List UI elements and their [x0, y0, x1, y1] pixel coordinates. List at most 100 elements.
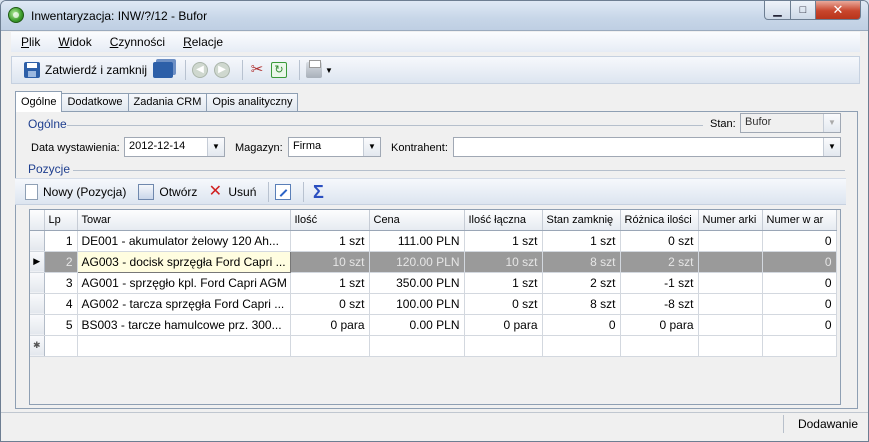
open-button[interactable]: Otwórz: [138, 183, 197, 200]
cell-ilosc[interactable]: 0 para: [290, 314, 370, 336]
section-divider: [73, 170, 845, 171]
column-header[interactable]: Różnica ilości: [620, 210, 699, 231]
cell-cena: 350.00 PLN: [369, 272, 465, 294]
column-header[interactable]: Numer arki: [698, 210, 763, 231]
section-title-positions: Pozycje: [28, 162, 71, 176]
row-selector[interactable]: [30, 314, 45, 336]
edit-button[interactable]: [275, 183, 292, 200]
chevron-down-icon[interactable]: ▼: [325, 66, 333, 75]
back-button[interactable]: ◀: [192, 62, 209, 78]
new-row-cell[interactable]: [464, 335, 543, 357]
new-row-cell[interactable]: [369, 335, 465, 357]
cell-lp: 5: [44, 314, 78, 336]
cell-towar[interactable]: AG002 - tarcza sprzęgła Ford Capri ...: [77, 293, 291, 315]
cell-towar[interactable]: BS003 - tarcze hamulcowe prz. 300...: [77, 314, 291, 336]
app-icon: [8, 7, 24, 23]
new-row-cell[interactable]: [44, 335, 78, 357]
column-header[interactable]: Cena: [369, 210, 465, 231]
cell-towar[interactable]: DE001 - akumulator żelowy 120 Ah...: [77, 230, 291, 252]
refresh-button[interactable]: ↻: [271, 62, 288, 78]
tools-button[interactable]: ✂: [249, 62, 265, 78]
table-row[interactable]: 1 DE001 - akumulator żelowy 120 Ah... 1 …: [30, 230, 837, 252]
toolbar-separator: [185, 60, 187, 80]
column-header-selector: [30, 210, 45, 231]
cell-ilosc[interactable]: 10 szt: [290, 251, 370, 273]
new-position-label: Nowy (Pozycja): [43, 184, 127, 199]
new-row-icon[interactable]: ✱: [30, 335, 45, 357]
tab-dodatkowe[interactable]: Dodatkowe: [61, 93, 129, 112]
forward-button[interactable]: ▶: [214, 62, 231, 78]
column-header[interactable]: Ilość łączna: [464, 210, 543, 231]
new-row-cell[interactable]: [77, 335, 291, 357]
cell-numer-w-ar: 0: [762, 251, 837, 273]
cell-numer-w-ar: 0: [762, 230, 837, 252]
new-row-cell[interactable]: [698, 335, 763, 357]
new-row-cell[interactable]: [542, 335, 621, 357]
cell-ilosc[interactable]: 1 szt: [290, 230, 370, 252]
save-close-button[interactable]: Zatwierdź i zamknij: [24, 62, 147, 78]
cell-ilosc[interactable]: 1 szt: [290, 272, 370, 294]
title-bar[interactable]: Inwentaryzacja: INW/?/12 - Bufor ▁ □ ✕: [1, 1, 868, 31]
tab-opis-analityczny[interactable]: Opis analityczny: [206, 93, 299, 112]
tab-zadania-crm[interactable]: Zadania CRM: [127, 93, 208, 112]
menu-bar: Plik Widok Czynności Relacje: [11, 32, 860, 52]
menu-widok[interactable]: Widok: [54, 33, 95, 51]
row-selector[interactable]: [30, 230, 45, 252]
save-all-button[interactable]: [153, 62, 174, 78]
minimize-button[interactable]: ▁: [764, 1, 791, 20]
column-header[interactable]: Lp: [44, 210, 78, 231]
column-header[interactable]: Towar: [77, 210, 291, 231]
cell-numer-arki: [698, 230, 763, 252]
new-position-button[interactable]: Nowy (Pozycja): [25, 183, 127, 200]
sum-button[interactable]: Σ: [310, 183, 326, 201]
cell-lp: 1: [44, 230, 78, 252]
cell-stan: 0: [542, 314, 621, 336]
cell-numer-arki: [698, 251, 763, 273]
menu-relacje[interactable]: Relacje: [179, 33, 227, 51]
new-row-cell[interactable]: [762, 335, 837, 357]
positions-grid: Lp Towar Ilość Cena Ilość łączna Stan za…: [29, 209, 841, 405]
chevron-down-icon[interactable]: ▼: [823, 138, 840, 156]
close-button[interactable]: ✕: [815, 1, 861, 20]
cell-towar[interactable]: AG003 - docisk sprzęgła Ford Capri ...: [76, 250, 291, 273]
table-row[interactable]: 5 BS003 - tarcze hamulcowe prz. 300... 0…: [30, 314, 837, 336]
chevron-down-icon: ▼: [823, 114, 840, 132]
row-selector[interactable]: [30, 272, 45, 294]
date-picker[interactable]: 2012-12-14 ▼: [124, 137, 225, 157]
new-row-cell[interactable]: [620, 335, 699, 357]
column-header[interactable]: Ilość: [290, 210, 370, 231]
row-selector[interactable]: [30, 293, 45, 315]
cell-numer-w-ar: 0: [762, 272, 837, 294]
cell-ilosc[interactable]: 0 szt: [290, 293, 370, 315]
table-row[interactable]: ▶ 2 AG003 - docisk sprzęgła Ford Capri .…: [30, 250, 837, 273]
save-close-label: Zatwierdź i zamknij: [45, 63, 148, 77]
new-row[interactable]: ✱: [30, 335, 837, 357]
refresh-icon: ↻: [271, 62, 288, 78]
arrow-right-icon: ▶: [214, 62, 231, 78]
status-divider: [783, 415, 784, 433]
maximize-button[interactable]: □: [790, 1, 816, 20]
kontrahent-select[interactable]: ▼: [453, 137, 841, 157]
column-header[interactable]: Stan zamknię: [542, 210, 621, 231]
new-row-cell[interactable]: [290, 335, 370, 357]
stan-select[interactable]: Bufor ▼: [740, 113, 841, 133]
tab-ogolne[interactable]: Ogólne: [15, 91, 63, 112]
print-button[interactable]: ▼: [306, 60, 333, 78]
cell-stan: 2 szt: [542, 272, 621, 294]
cell-ilosc-laczna: 0 szt: [464, 293, 543, 315]
magazyn-select[interactable]: Firma ▼: [288, 137, 381, 157]
magazyn-value: Firma: [293, 140, 322, 152]
current-row-icon[interactable]: ▶: [30, 251, 45, 273]
delete-button[interactable]: ✕ Usuń: [207, 183, 257, 200]
table-row[interactable]: 3 AG001 - sprzęgło kpl. Ford Capri AGM 1…: [30, 272, 837, 294]
chevron-down-icon[interactable]: ▼: [207, 138, 224, 156]
table-row[interactable]: 4 AG002 - tarcza sprzęgła Ford Capri ...…: [30, 293, 837, 315]
column-header[interactable]: Numer w ar: [762, 210, 837, 231]
menu-plik[interactable]: Plik: [17, 33, 44, 51]
menu-czynnosci[interactable]: Czynności: [106, 33, 169, 51]
toolbar-separator: [303, 181, 305, 202]
chevron-down-icon[interactable]: ▼: [363, 138, 380, 156]
cell-towar[interactable]: AG001 - sprzęgło kpl. Ford Capri AGM: [77, 272, 291, 294]
section-title-general: Ogólne: [28, 117, 67, 131]
cell-ilosc-laczna: 0 para: [464, 314, 543, 336]
